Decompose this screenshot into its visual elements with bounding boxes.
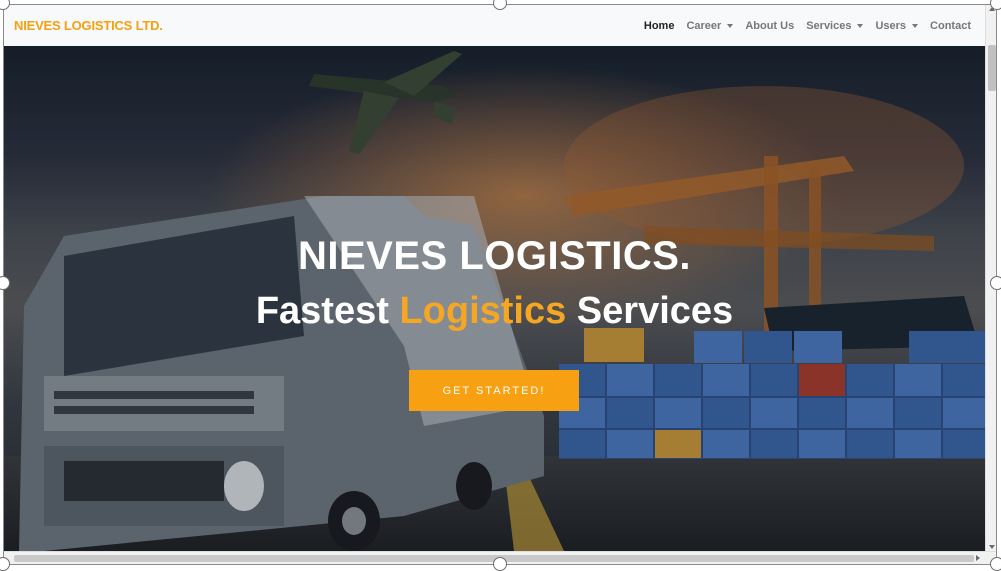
browser-frame: NIEVES LOGISTICS LTD. Home Career About … — [3, 4, 997, 565]
nav-home[interactable]: Home — [644, 20, 675, 32]
nav-services-label: Services — [806, 19, 852, 32]
vertical-scroll-thumb[interactable] — [988, 45, 996, 91]
hero-title: NIEVES LOGISTICS. — [297, 234, 691, 278]
hero-banner: NIEVES LOGISTICS. Fastest Logistics Serv… — [4, 46, 985, 551]
nav-users-dropdown[interactable]: Users — [875, 19, 919, 32]
nav-about-label: About Us — [745, 19, 795, 32]
navbar: NIEVES LOGISTICS LTD. Home Career About … — [4, 5, 985, 46]
chevron-down-icon — [857, 23, 864, 28]
resize-handle-right[interactable] — [990, 276, 1001, 290]
nav-users-label: Users — [875, 19, 907, 32]
nav-contact[interactable]: Contact — [930, 20, 971, 32]
scroll-right-arrow-icon[interactable] — [976, 555, 980, 561]
get-started-button[interactable]: GET STARTED! — [409, 370, 579, 411]
scroll-down-arrow-icon[interactable] — [989, 545, 995, 549]
nav-menu: Home Career About Us Services Users Cont… — [644, 20, 971, 32]
tagline-accent: Logistics — [399, 290, 567, 332]
nav-services-dropdown[interactable]: Services — [806, 19, 864, 32]
nav-about[interactable]: About Us — [745, 20, 794, 32]
chevron-down-icon — [727, 23, 734, 28]
nav-contact-label: Contact — [930, 19, 971, 32]
tagline-start: Fastest — [255, 290, 400, 332]
tagline-end: Services — [566, 290, 734, 332]
nav-home-label: Home — [643, 19, 675, 32]
chevron-down-icon — [912, 23, 919, 28]
nav-career-label: Career — [686, 19, 722, 32]
nav-career-dropdown[interactable]: Career — [686, 19, 734, 32]
hero-tagline: Fastest Logistics Services — [4, 290, 985, 333]
brand-logo[interactable]: NIEVES LOGISTICS LTD. — [14, 18, 163, 33]
